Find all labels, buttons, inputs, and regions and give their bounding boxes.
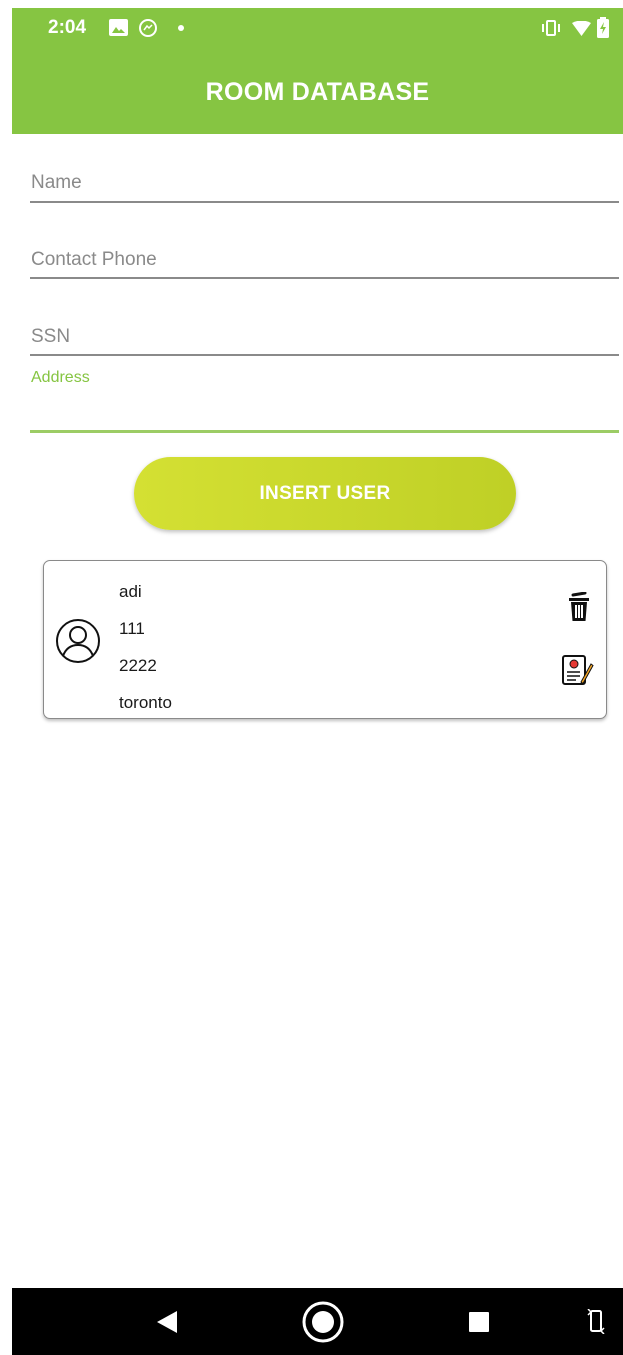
ssn-field[interactable]: SSN xyxy=(30,324,619,358)
edit-icon[interactable] xyxy=(562,655,594,687)
image-icon xyxy=(109,19,128,36)
user-ssn: 2222 xyxy=(119,656,157,675)
top-bar: 2:04 ROOM DATABASE xyxy=(12,8,623,134)
vibrate-icon xyxy=(542,20,560,36)
address-underline xyxy=(30,430,619,433)
delete-icon[interactable] xyxy=(568,592,590,622)
user-phone: 111 xyxy=(119,619,145,638)
navigation-bar xyxy=(12,1288,623,1355)
wifi-icon xyxy=(572,21,591,36)
name-underline xyxy=(30,201,619,203)
app-screen: 2:04 ROOM DATABASE Name Contact Phone SS… xyxy=(12,8,623,1355)
ssn-underline xyxy=(30,354,619,356)
address-label: Address xyxy=(31,369,90,386)
contact-phone-field[interactable]: Contact Phone xyxy=(30,247,619,281)
contact-phone-underline xyxy=(30,277,619,279)
home-icon[interactable] xyxy=(302,1301,344,1343)
user-name: adi xyxy=(119,582,142,601)
name-placeholder: Name xyxy=(31,172,82,193)
user-avatar-icon xyxy=(56,619,100,663)
address-field[interactable]: Address xyxy=(30,369,619,435)
battery-icon xyxy=(597,17,609,38)
ssn-placeholder: SSN xyxy=(31,326,71,347)
status-bar: 2:04 xyxy=(12,8,623,48)
app-title: ROOM DATABASE xyxy=(205,78,430,106)
user-address: toronto xyxy=(119,693,172,712)
recents-icon[interactable] xyxy=(469,1312,489,1332)
insert-user-button[interactable]: INSERT USER xyxy=(134,457,516,530)
name-field[interactable]: Name xyxy=(30,170,619,204)
contact-phone-placeholder: Contact Phone xyxy=(31,249,157,270)
dot-icon xyxy=(178,25,184,31)
user-card: adi 111 2222 toronto xyxy=(43,560,607,719)
back-icon[interactable] xyxy=(157,1311,177,1333)
rotate-icon[interactable] xyxy=(587,1309,605,1334)
messenger-icon xyxy=(139,19,157,37)
status-time: 2:04 xyxy=(48,17,87,38)
